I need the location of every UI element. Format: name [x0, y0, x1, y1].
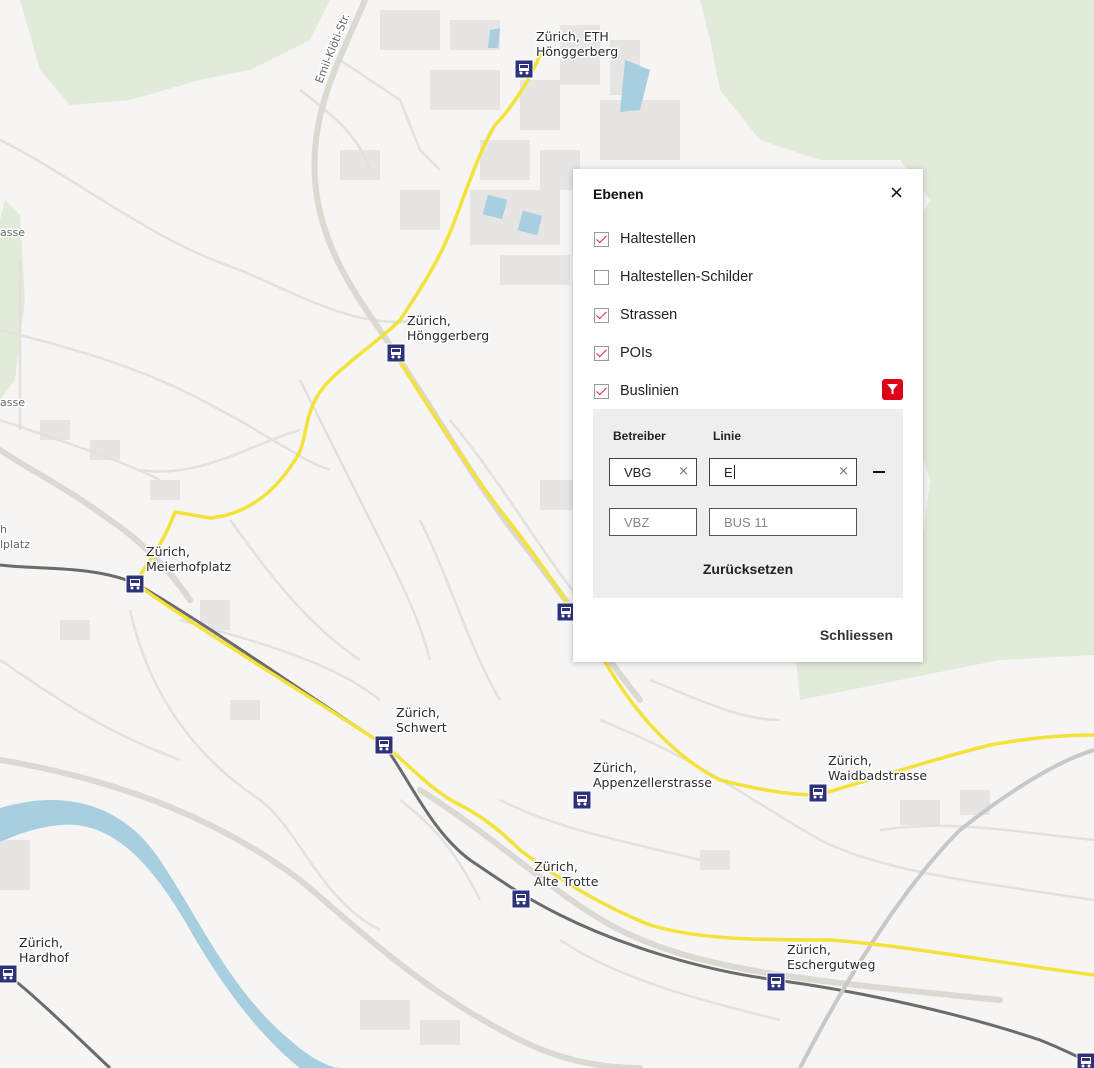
- clear-operator-icon[interactable]: ×: [678, 464, 689, 479]
- checkbox-buslinien[interactable]: [594, 383, 609, 399]
- stop-label-line2: Meierhofplatz: [146, 559, 231, 574]
- stop-label-line2: Eschergutweg: [787, 957, 875, 972]
- layer-label: Haltestellen: [620, 231, 696, 247]
- stop-label-line2: Schwert: [396, 720, 447, 735]
- stop-label-line1: Zürich,: [534, 859, 578, 874]
- checkbox-pois[interactable]: [594, 345, 609, 361]
- stop-label-line2: Alte Trotte: [534, 874, 599, 889]
- operator-header: Betreiber: [613, 429, 666, 443]
- text-caret: [733, 465, 735, 479]
- street-label-lplatz: lplatz: [0, 538, 30, 551]
- bus-line-filter: Betreiber Linie VBG × E × VBZ BUS 11 Zur…: [593, 409, 903, 598]
- operator-value: VBG: [624, 464, 652, 480]
- bus-icon[interactable]: [572, 790, 592, 810]
- stop-label-line2: Hönggerberg: [407, 328, 489, 343]
- line-input-2[interactable]: BUS 11: [709, 508, 857, 536]
- panel-title: Ebenen: [593, 186, 644, 202]
- remove-row-button[interactable]: [873, 471, 885, 473]
- bus-stop-icon[interactable]: [1076, 1052, 1094, 1068]
- layer-pois[interactable]: POIs: [594, 343, 652, 363]
- map-canvas[interactable]: Emil-Klöti-Str. asse asse h lplatz Züric…: [0, 0, 1094, 1068]
- layer-label: Buslinien: [620, 383, 679, 399]
- stop-label-line2: Waidbadstrasse: [828, 768, 927, 783]
- operator-input-1[interactable]: VBG ×: [609, 458, 697, 486]
- clear-line-icon[interactable]: ×: [838, 464, 849, 479]
- stop-label-line1: Zürich,: [396, 705, 440, 720]
- stop-label-line1: Zürich,: [19, 935, 63, 950]
- bus-icon[interactable]: [511, 889, 531, 909]
- bus-icon[interactable]: [766, 972, 786, 992]
- stop-label-line1: Zürich,: [146, 544, 190, 559]
- stop-label-line1: Zürich,: [593, 760, 637, 775]
- street-label-asse-2: asse: [0, 396, 25, 409]
- bus-icon[interactable]: [514, 59, 534, 79]
- funnel-icon: [887, 384, 898, 395]
- bus-icon[interactable]: [374, 735, 394, 755]
- stop-label-line1: Zürich,: [407, 313, 451, 328]
- layer-label: POIs: [620, 345, 653, 361]
- line-value: E: [724, 464, 733, 480]
- layer-strassen[interactable]: Strassen: [594, 305, 677, 325]
- stop-label-line1: Zürich,: [787, 942, 831, 957]
- layer-label: Strassen: [620, 307, 678, 323]
- bus-icon[interactable]: [125, 574, 145, 594]
- close-icon[interactable]: ×: [889, 183, 904, 203]
- layer-label: Haltestellen-Schilder: [620, 269, 753, 285]
- filter-button[interactable]: [882, 379, 903, 400]
- operator-placeholder: VBZ: [624, 514, 650, 530]
- stop-label-line2: Appenzellerstrasse: [593, 775, 712, 790]
- bus-icon[interactable]: [0, 964, 18, 984]
- bus-icon[interactable]: [386, 343, 406, 363]
- reset-button[interactable]: Zurücksetzen: [593, 561, 903, 577]
- layer-buslinien[interactable]: Buslinien: [594, 381, 679, 401]
- close-button[interactable]: Schliessen: [820, 627, 893, 643]
- layer-haltestellen-schilder[interactable]: Haltestellen-Schilder: [594, 267, 753, 287]
- line-header: Linie: [713, 429, 742, 443]
- street-label-asse-1: asse: [0, 226, 25, 239]
- stop-label-line1: Zürich,: [828, 753, 872, 768]
- line-placeholder: BUS 11: [724, 514, 768, 530]
- checkbox-strassen[interactable]: [594, 307, 609, 323]
- operator-input-2[interactable]: VBZ: [609, 508, 697, 536]
- layers-panel: Ebenen × Haltestellen Haltestellen-Schil…: [573, 169, 923, 662]
- checkbox-haltestellen-schilder[interactable]: [594, 269, 609, 285]
- stop-label-line2: Hönggerberg: [536, 44, 618, 59]
- layer-haltestellen[interactable]: Haltestellen: [594, 229, 696, 249]
- street-label-h: h: [0, 523, 7, 536]
- stop-label-line2: Hardhof: [19, 950, 69, 965]
- bus-icon[interactable]: [808, 783, 828, 803]
- line-input-1[interactable]: E ×: [709, 458, 857, 486]
- checkbox-haltestellen[interactable]: [594, 231, 609, 247]
- stop-label-line1: Zürich, ETH: [536, 29, 609, 44]
